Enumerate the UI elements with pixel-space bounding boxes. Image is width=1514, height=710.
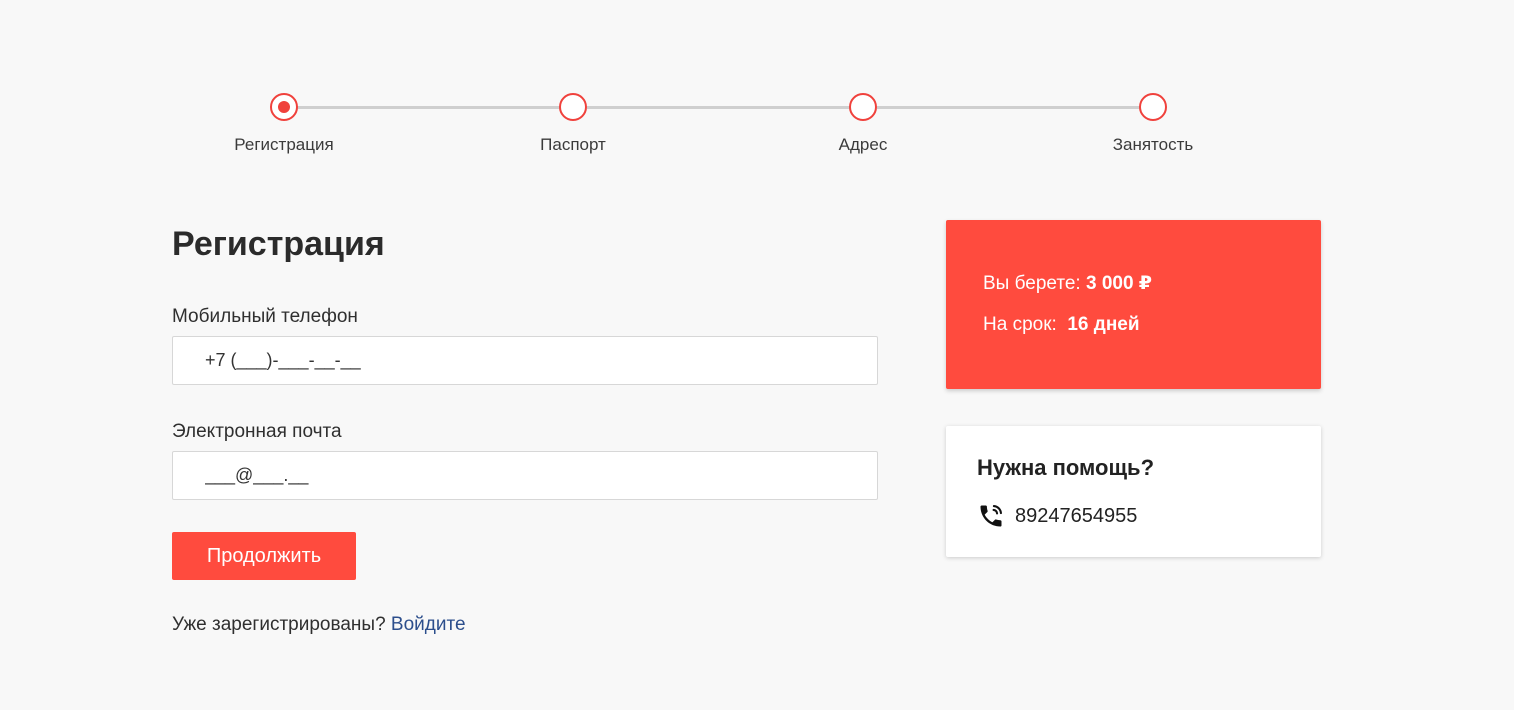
step-label: Паспорт [540, 135, 606, 154]
loan-amount-label: Вы берете: [983, 273, 1081, 294]
registration-page: Регистрация Паспорт Адрес Занятость Реги… [0, 0, 1514, 710]
login-prompt-line: Уже зарегистрированы? Войдите [172, 614, 878, 636]
loan-amount-row: Вы берете: 3 000 ₽ [983, 270, 1321, 298]
help-title: Нужна помощь? [977, 455, 1155, 480]
step-label: Регистрация [234, 135, 334, 154]
step-dot-active [270, 93, 298, 121]
help-phone-number[interactable]: 89247654955 [1015, 505, 1137, 528]
login-link[interactable]: Войдите [391, 614, 466, 635]
loan-summary-card: Вы берете: 3 000 ₽ На срок: 16 дней [946, 220, 1321, 389]
step-label: Занятость [1112, 135, 1194, 154]
email-label: Электронная почта [172, 421, 342, 442]
page-title: Регистрация [172, 225, 385, 263]
loan-term-row: На срок: 16 дней [983, 311, 1321, 339]
phone-label: Мобильный телефон [172, 306, 358, 327]
continue-button[interactable]: Продолжить [172, 532, 356, 580]
step-dot [1139, 93, 1167, 121]
loan-amount-value: 3 000 ₽ [1085, 273, 1153, 294]
help-phone-row: 89247654955 [977, 502, 1321, 530]
email-input[interactable] [172, 451, 878, 500]
registration-form: Регистрация Мобильный телефон Электронна… [172, 222, 878, 636]
step-employment[interactable]: Занятость [1053, 93, 1253, 155]
phone-icon [977, 502, 1005, 530]
progress-stepper: Регистрация Паспорт Адрес Занятость [0, 0, 1514, 180]
step-dot [559, 93, 587, 121]
step-dot [849, 93, 877, 121]
step-passport[interactable]: Паспорт [473, 93, 673, 155]
loan-term-label: На срок: [983, 314, 1057, 335]
step-registration[interactable]: Регистрация [184, 93, 384, 155]
help-card: Нужна помощь? 89247654955 [946, 426, 1321, 557]
phone-input[interactable] [172, 336, 878, 385]
login-prompt-text: Уже зарегистрированы? [172, 614, 386, 635]
loan-term-value: 16 дней [1067, 314, 1140, 335]
step-label: Адрес [838, 135, 888, 154]
step-address[interactable]: Адрес [763, 93, 963, 155]
